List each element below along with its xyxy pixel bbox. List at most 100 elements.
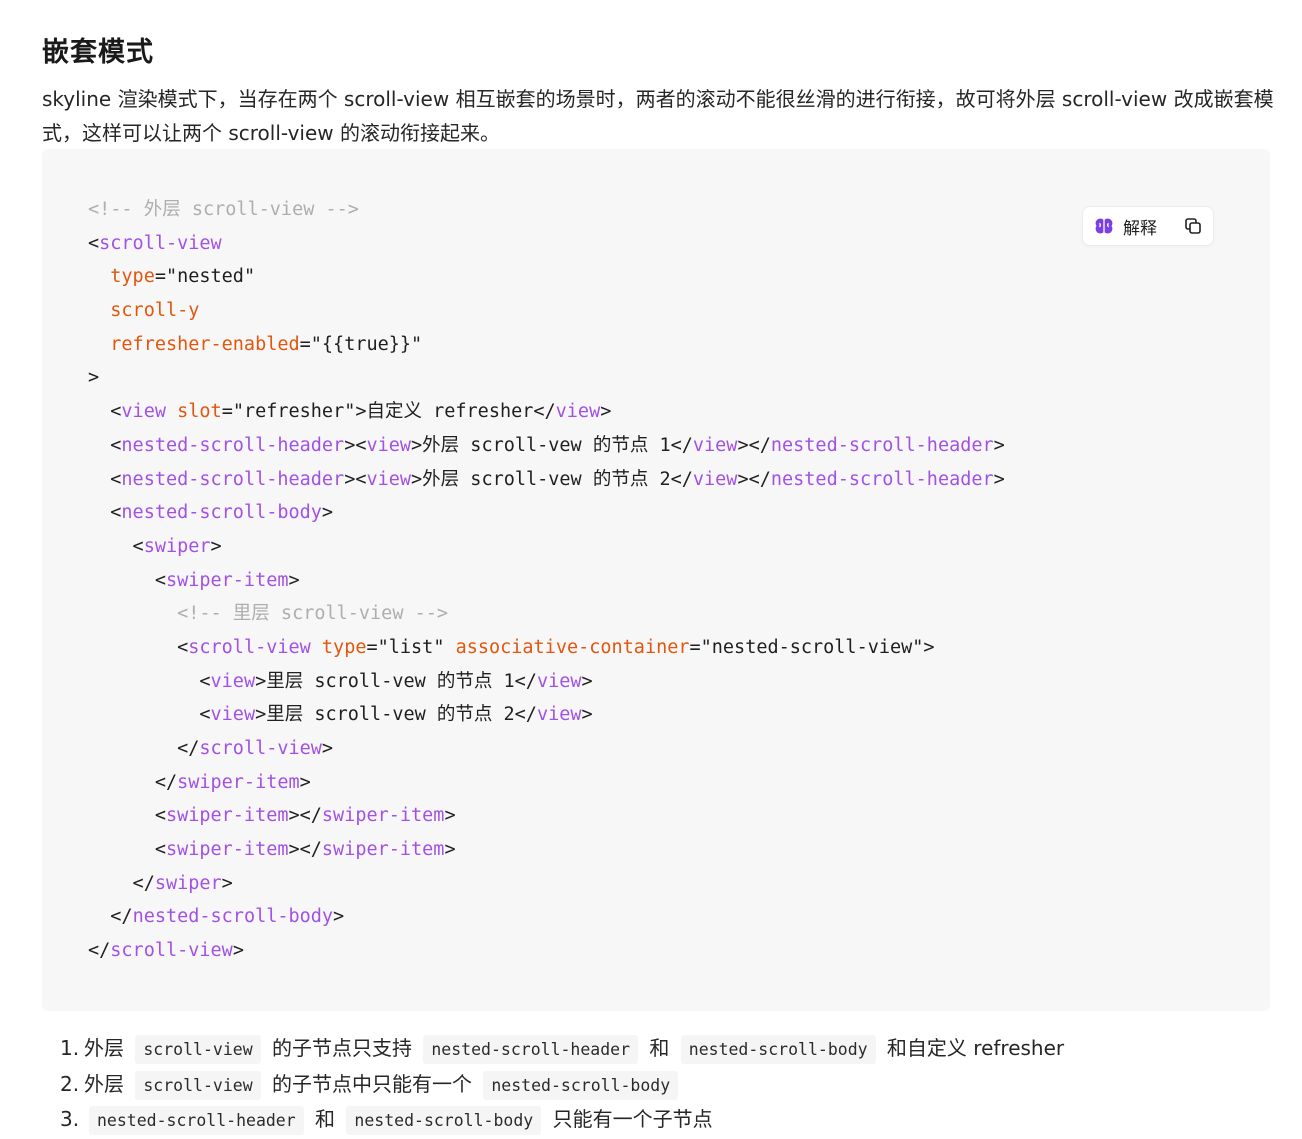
note-text: 和 [643, 1036, 676, 1060]
code-token: view [692, 468, 738, 490]
section-heading: 嵌套模式 [42, 37, 154, 69]
code-token: > [288, 569, 300, 591]
intro-paragraph: skyline 渲染模式下，当存在两个 scroll-view 相互嵌套的场景时… [42, 87, 1274, 145]
code-token: < [88, 232, 100, 254]
code-token: <!-- 里层 scroll-view --> [177, 603, 449, 625]
code-token: nested-scroll-header [121, 468, 345, 490]
explain-button[interactable]: 解释 [1083, 207, 1157, 245]
inline-code: nested-scroll-body [346, 1106, 542, 1135]
code-token: nested-scroll-header [770, 434, 994, 456]
code-line: </scroll-view> [88, 934, 1005, 968]
code-content: <!-- 外层 scroll-view --> <scroll-view type… [88, 193, 1005, 968]
code-token: view [555, 401, 601, 423]
code-token: = [689, 636, 701, 658]
code-token: view [121, 401, 166, 423]
code-token: < [88, 535, 144, 557]
code-token: refresher-enabled [110, 333, 300, 355]
code-token: swiper-item [321, 839, 445, 861]
code-token: >外层 scroll-vew 的节点 2</ [411, 468, 693, 490]
code-token: > [210, 535, 222, 557]
code-token: </ [88, 940, 111, 962]
code-token: scroll-view [99, 232, 222, 254]
note-text: 外层 [84, 1036, 131, 1060]
code-line: type="nested" [88, 260, 1005, 294]
code-token: ></ [288, 805, 322, 827]
inline-code: nested-scroll-header [89, 1106, 304, 1135]
code-token: < [88, 839, 166, 861]
inline-code: scroll-view [135, 1070, 261, 1100]
code-token: </ [88, 906, 133, 928]
explain-label: 解释 [1123, 218, 1157, 239]
code-token: "nested-scroll-view" [700, 636, 924, 658]
code-token: type [321, 636, 367, 658]
note-text: 外层 [84, 1071, 131, 1096]
inline-code: scroll-view [135, 1035, 261, 1064]
code-token: < [88, 434, 122, 456]
code-token: nested-scroll-body [132, 906, 334, 928]
inline-code: nested-scroll-body [483, 1070, 679, 1100]
code-token: <!-- 外层 scroll-view --> [88, 199, 359, 220]
code-token: nested-scroll-header [121, 434, 345, 456]
code-token: swiper-item [165, 805, 289, 827]
note-item: 3. nested-scroll-header 和 nested-scroll-b… [60, 1102, 1064, 1138]
code-token: > [993, 468, 1005, 490]
note-text: 的子节点只支持 [265, 1036, 419, 1060]
code-token: type [110, 266, 155, 288]
code-token: = [299, 333, 311, 355]
code-line: <view>里层 scroll-vew 的节点 1</view> [88, 665, 1005, 699]
code-token: > [221, 872, 233, 894]
code-token: swiper-item [165, 569, 289, 591]
note-item: 2. 外层 scroll-view 的子节点中只能有一个 nested-scrol… [60, 1067, 1064, 1103]
code-line: </nested-scroll-body> [88, 900, 1005, 934]
code-token: < [88, 401, 122, 423]
code-token: </ [88, 872, 155, 894]
code-token: </ [88, 771, 178, 793]
code-token: > [333, 906, 345, 928]
code-line: <!-- 外层 scroll-view --> [88, 193, 1005, 227]
inline-code: nested-scroll-header [423, 1035, 639, 1064]
code-toolbar: 解释 [1082, 206, 1214, 246]
notes-list: 1. 外层 scroll-view 的子节点只支持 nested-scroll-h… [60, 1031, 1064, 1138]
code-token: scroll-view [110, 940, 233, 962]
code-line: <swiper-item></swiper-item> [88, 833, 1005, 867]
code-token: view [210, 670, 256, 692]
code-line: <nested-scroll-header><view>外层 scroll-ve… [88, 463, 1005, 497]
code-block: 解释 <!-- 外层 scroll-view --> <scroll-view t… [42, 149, 1270, 1011]
note-text: 的子节点中只能有一个 [265, 1071, 479, 1096]
code-token: = [154, 266, 166, 288]
code-token: >里层 scroll-vew 的节点 1</ [255, 670, 537, 692]
inline-code: nested-scroll-body [680, 1035, 876, 1064]
code-line: <swiper-item> [88, 564, 1005, 598]
code-token: > [444, 805, 456, 827]
code-line: <swiper-item></swiper-item> [88, 799, 1005, 833]
code-token: swiper [154, 872, 222, 894]
code-line: </scroll-view> [88, 732, 1005, 766]
code-token: < [88, 704, 211, 726]
code-token: > [232, 940, 244, 962]
code-token: nested-scroll-header [770, 468, 994, 490]
code-token: view [536, 704, 582, 726]
code-token: "refresher" [232, 401, 356, 423]
code-line: scroll-y [88, 294, 1005, 328]
code-token: > [88, 367, 100, 389]
code-token: > [444, 839, 456, 861]
code-token: "list" [377, 636, 445, 658]
code-line: </swiper> [88, 867, 1005, 901]
code-token: < [88, 636, 189, 658]
code-token: scroll-view [199, 738, 322, 759]
code-line: <swiper> [88, 530, 1005, 564]
code-line: refresher-enabled="{{true}}" [88, 328, 1005, 362]
copy-icon[interactable] [1183, 216, 1203, 236]
code-token: view [366, 434, 412, 456]
code-token: scroll-view [188, 636, 311, 658]
code-token: > [923, 636, 935, 658]
code-token: >自定义 refresher</ [355, 401, 556, 423]
note-number: 1. [60, 1036, 80, 1060]
code-token: < [88, 670, 211, 692]
code-line: <nested-scroll-body> [88, 496, 1005, 530]
